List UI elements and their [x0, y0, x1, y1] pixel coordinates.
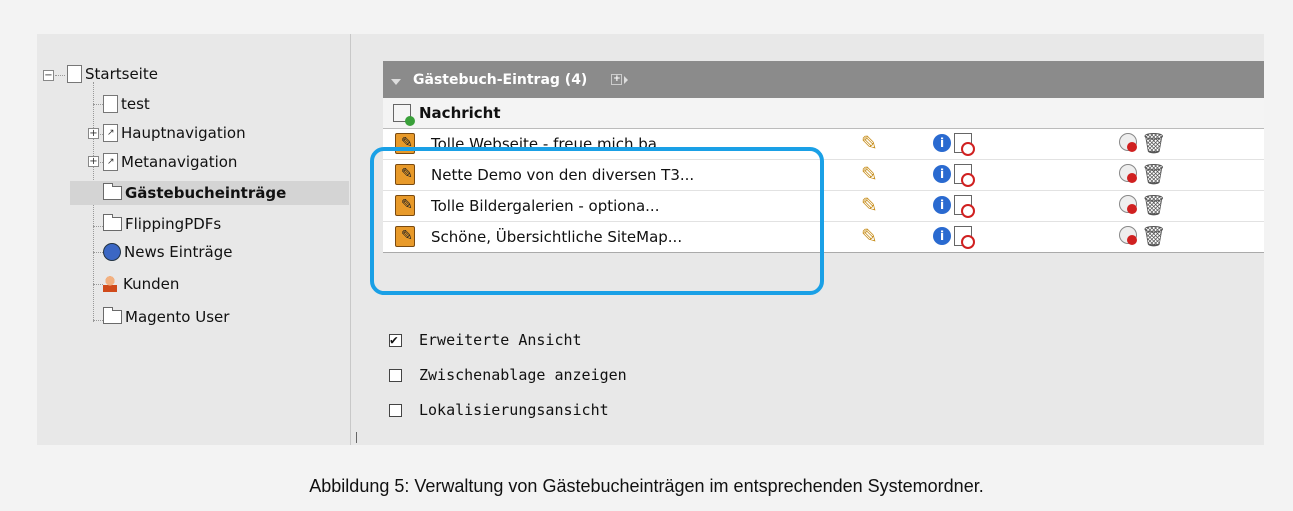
- hide-icon[interactable]: [1119, 195, 1137, 214]
- pencil-icon[interactable]: ✎: [861, 131, 878, 155]
- shortcut-page-icon: [103, 153, 118, 171]
- tree-item-label: News Einträge: [124, 243, 233, 261]
- extended-view-option[interactable]: ✔ Erweiterte Ansicht: [389, 330, 582, 350]
- tree-item-kunden[interactable]: Kunden: [103, 272, 179, 296]
- tree-item-magento-user[interactable]: Magento User: [103, 305, 229, 329]
- tree-item-label: FlippingPDFs: [125, 215, 222, 233]
- trash-icon[interactable]: 🗑: [1141, 224, 1166, 248]
- tree-item-startseite[interactable]: Startseite: [67, 62, 158, 86]
- option-label: Zwischenablage anzeigen: [419, 366, 627, 384]
- highlight-outline: [370, 147, 824, 295]
- folder-icon: [103, 183, 122, 200]
- tree-item-flippingpdfs[interactable]: FlippingPDFs: [103, 212, 221, 236]
- option-label: Lokalisierungsansicht: [419, 401, 609, 419]
- tree-item-news[interactable]: News Einträge: [103, 240, 232, 264]
- page-tree: − Startseite test + Hauptnavigation + Me…: [37, 34, 349, 445]
- info-icon[interactable]: i: [933, 196, 951, 214]
- tree-collapse-root-icon[interactable]: −: [43, 70, 54, 81]
- page-icon: [103, 95, 118, 113]
- news-folder-icon: [103, 243, 121, 261]
- folder-icon: [103, 307, 122, 324]
- clipboard-checkbox[interactable]: [389, 368, 402, 382]
- option-label: Erweiterte Ansicht: [419, 331, 582, 349]
- localization-checkbox[interactable]: [389, 403, 402, 417]
- tree-item-label: Magento User: [125, 308, 230, 326]
- tree-item-label: Metanavigation: [121, 153, 238, 171]
- tree-expand-metanavigation-icon[interactable]: +: [88, 156, 99, 167]
- tree-expand-hauptnavigation-icon[interactable]: +: [88, 128, 99, 139]
- hide-icon[interactable]: [1119, 226, 1137, 245]
- shortcut-page-icon: [103, 124, 118, 142]
- tree-item-hauptnavigation[interactable]: Hauptnavigation: [103, 121, 246, 145]
- hide-icon[interactable]: [1119, 164, 1137, 183]
- tree-item-test[interactable]: test: [103, 92, 150, 116]
- history-icon[interactable]: [954, 226, 975, 249]
- user-folder-icon: [103, 276, 117, 292]
- trash-icon[interactable]: 🗑: [1141, 131, 1166, 155]
- add-column-icon[interactable]: +: [611, 74, 623, 85]
- table-title[interactable]: Gästebuch-Eintrag (4): [413, 72, 587, 88]
- history-icon[interactable]: [954, 164, 975, 187]
- trash-icon[interactable]: 🗑: [1141, 162, 1166, 186]
- figure-caption: Abbildung 5: Verwaltung von Gästebuchein…: [309, 476, 984, 496]
- info-icon[interactable]: i: [933, 134, 951, 152]
- history-icon[interactable]: [954, 133, 975, 156]
- tree-item-label: Startseite: [85, 65, 158, 83]
- tree-item-label: test: [121, 95, 150, 113]
- extended-view-checkbox[interactable]: ✔: [389, 333, 402, 347]
- page-icon: [67, 65, 82, 83]
- new-record-icon[interactable]: [393, 104, 415, 126]
- folder-icon: [103, 214, 122, 231]
- history-icon[interactable]: [954, 195, 975, 218]
- tree-item-label: Hauptnavigation: [121, 124, 246, 142]
- pencil-icon[interactable]: ✎: [861, 162, 878, 186]
- frame-divider[interactable]: [349, 34, 363, 445]
- tree-item-metanavigation[interactable]: Metanavigation: [103, 150, 237, 174]
- info-icon[interactable]: i: [933, 227, 951, 245]
- pencil-icon[interactable]: ✎: [861, 193, 878, 217]
- clipboard-option[interactable]: Zwischenablage anzeigen: [389, 365, 627, 385]
- localization-option[interactable]: Lokalisierungsansicht: [389, 400, 609, 420]
- pencil-icon[interactable]: ✎: [861, 224, 878, 248]
- tree-item-label: Kunden: [123, 275, 180, 293]
- column-header: Nachricht: [383, 98, 1264, 129]
- tree-item-label: Gästebucheinträge: [125, 184, 287, 202]
- trash-icon[interactable]: 🗑: [1141, 193, 1166, 217]
- hide-icon[interactable]: [1119, 133, 1137, 152]
- table-header: Gästebuch-Eintrag (4) +: [383, 61, 1264, 98]
- column-header-label[interactable]: Nachricht: [419, 104, 501, 122]
- collapse-icon[interactable]: [391, 79, 401, 85]
- info-icon[interactable]: i: [933, 165, 951, 183]
- arrow-right-icon[interactable]: [624, 75, 629, 84]
- tree-item-gaestebucheintraege[interactable]: Gästebucheinträge: [70, 181, 349, 205]
